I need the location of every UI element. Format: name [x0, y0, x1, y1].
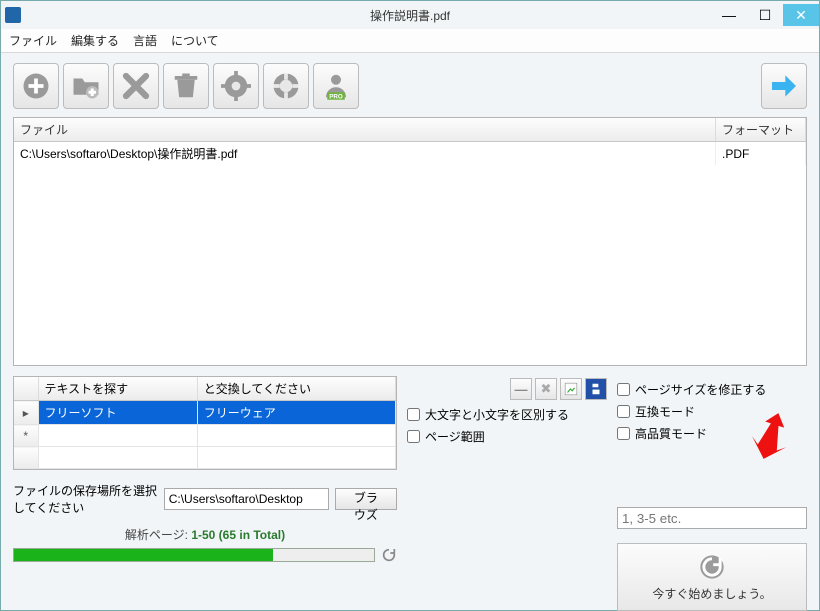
progress-bar — [13, 548, 375, 562]
add-folder-button[interactable] — [63, 63, 109, 109]
settings-button[interactable] — [213, 63, 259, 109]
window-controls: — ☐ ✕ — [711, 4, 819, 26]
maximize-button[interactable]: ☐ — [747, 4, 783, 26]
toolbar: PRO — [1, 53, 819, 117]
menu-about[interactable]: について — [171, 32, 219, 49]
titlebar: 操作説明書.pdf — ☐ ✕ — [1, 1, 819, 29]
fix-page-size-checkbox[interactable] — [617, 383, 630, 396]
close-button[interactable]: ✕ — [783, 4, 819, 26]
menu-language[interactable]: 言語 — [133, 32, 157, 49]
replace-cell[interactable]: フリーウェア — [197, 401, 395, 425]
minimize-button[interactable]: — — [711, 4, 747, 26]
col-file-header[interactable]: ファイル — [14, 118, 716, 142]
mini-toolbar: — ✖ — [407, 378, 607, 400]
svg-text:PRO: PRO — [329, 94, 343, 101]
menu-file[interactable]: ファイル — [9, 32, 57, 49]
replace-row[interactable]: * — [14, 425, 396, 447]
menubar: ファイル 編集する 言語 について — [1, 29, 819, 53]
file-row[interactable]: C:\Users\softaro\Desktop\操作説明書.pdf .PDF — [14, 142, 806, 166]
pro-button[interactable]: PRO — [313, 63, 359, 109]
file-list-body[interactable] — [14, 165, 806, 365]
find-cell[interactable] — [38, 425, 197, 447]
browse-button[interactable]: ブラウズ — [335, 488, 397, 510]
next-button[interactable] — [761, 63, 807, 109]
hq-mode-checkbox[interactable] — [617, 427, 630, 440]
page-range-input[interactable] — [617, 507, 807, 529]
mini-delete-button[interactable]: ✖ — [535, 378, 557, 400]
case-sensitive-checkbox[interactable] — [407, 408, 420, 421]
save-location-label: ファイルの保存場所を選択してください — [13, 482, 158, 516]
app-icon — [5, 7, 21, 23]
replace-table: テキストを探す と交換してください ▸ フリーソフト フリーウェア * — [13, 376, 397, 470]
trash-button[interactable] — [163, 63, 209, 109]
compat-mode-checkbox[interactable] — [617, 405, 630, 418]
case-sensitive-option[interactable]: 大文字と小文字を区別する — [407, 406, 607, 423]
help-button[interactable] — [263, 63, 309, 109]
col-format-header[interactable]: フォーマット — [716, 118, 806, 142]
analysis-value: 1-50 (65 in Total) — [191, 528, 285, 542]
col-find-header[interactable]: テキストを探す — [38, 377, 197, 401]
file-path-cell: C:\Users\softaro\Desktop\操作説明書.pdf — [14, 142, 716, 166]
row-marker: * — [14, 425, 38, 447]
start-button[interactable]: 今すぐ始めましょう。 — [617, 543, 807, 611]
window-title: 操作説明書.pdf — [370, 7, 450, 24]
replace-row[interactable]: ▸ フリーソフト フリーウェア — [14, 401, 396, 425]
col-replace-header[interactable]: と交換してください — [197, 377, 395, 401]
refresh-icon[interactable] — [381, 547, 397, 563]
menu-edit[interactable]: 編集する — [71, 32, 119, 49]
page-range-option[interactable]: ページ範囲 — [407, 428, 607, 445]
mini-save-button[interactable] — [585, 378, 607, 400]
mini-minus-button[interactable]: — — [510, 378, 532, 400]
save-location-input[interactable] — [164, 488, 329, 510]
replace-cell[interactable] — [197, 425, 395, 447]
page-range-checkbox[interactable] — [407, 430, 420, 443]
find-cell[interactable]: フリーソフト — [38, 401, 197, 425]
add-file-button[interactable] — [13, 63, 59, 109]
row-marker: ▸ — [14, 401, 38, 425]
start-icon — [698, 553, 726, 581]
mini-add-button[interactable] — [560, 378, 582, 400]
analysis-label: 解析ページ: — [125, 528, 188, 542]
attention-arrow-icon — [751, 412, 791, 460]
remove-button[interactable] — [113, 63, 159, 109]
fix-page-size-option[interactable]: ページサイズを修正する — [617, 381, 807, 398]
start-label: 今すぐ始めましょう。 — [652, 585, 771, 602]
row-header-corner — [14, 377, 38, 401]
file-format-cell: .PDF — [716, 142, 806, 166]
file-list: ファイル フォーマット C:\Users\softaro\Desktop\操作説… — [13, 117, 807, 366]
